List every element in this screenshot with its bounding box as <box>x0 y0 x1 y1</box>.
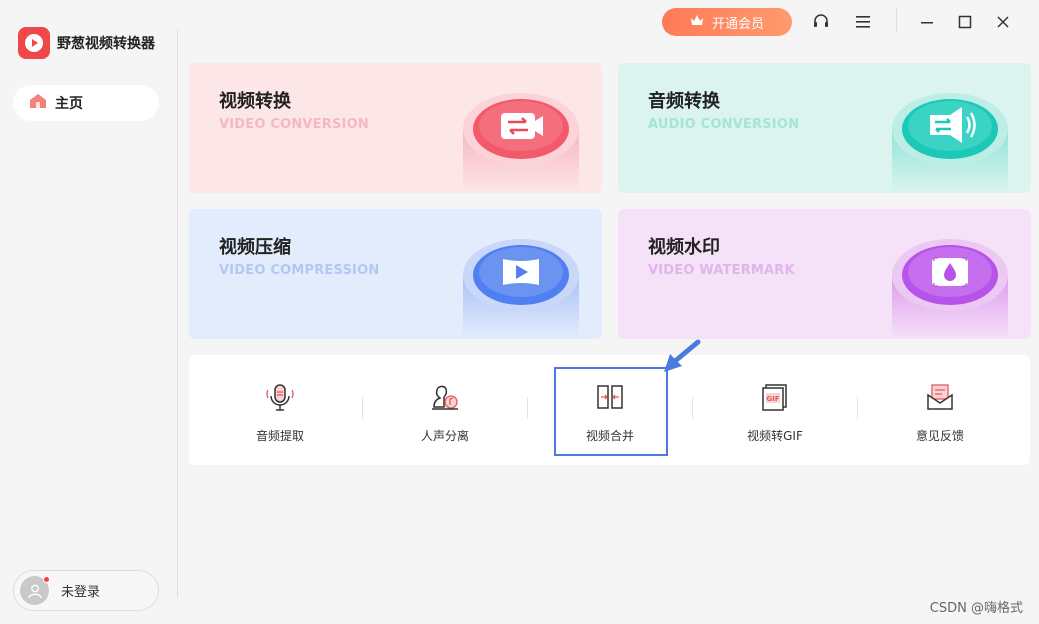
tool-label: 视频转GIF <box>747 429 803 443</box>
pointer-arrow-icon <box>664 339 701 372</box>
tool-audio-extract[interactable]: 音频提取 <box>215 355 345 465</box>
tools-panel: 音频提取 人声分离 视频合并 GIF 视频转GIF 意见反馈 <box>189 355 1030 465</box>
crown-icon <box>690 14 704 31</box>
toolbar-divider <box>896 8 897 32</box>
tool-divider <box>857 397 858 419</box>
video-conversion-card[interactable]: 视频转换 VIDEO CONVERSION <box>189 63 602 193</box>
video-merge-icon <box>594 381 626 413</box>
audio-conversion-card[interactable]: 音频转换 AUDIO CONVERSION <box>618 63 1031 193</box>
video-conversion-icon <box>463 93 579 193</box>
user-icon <box>27 584 42 598</box>
app-logo-icon <box>18 27 50 59</box>
maximize-icon[interactable] <box>953 10 977 34</box>
card-title: 视频转换 <box>219 91 291 112</box>
close-icon[interactable] <box>991 10 1015 34</box>
svg-text:GIF: GIF <box>766 395 779 403</box>
card-title: 视频水印 <box>648 237 720 258</box>
tool-video-to-gif[interactable]: GIF 视频转GIF <box>710 355 840 465</box>
minimize-icon[interactable] <box>915 10 939 34</box>
video-compression-icon <box>463 239 579 339</box>
card-title: 视频压缩 <box>219 237 291 258</box>
tool-video-merge[interactable]: 视频合并 <box>545 355 675 465</box>
card-subtitle: AUDIO CONVERSION <box>648 117 800 132</box>
app-name: 野葱视频转换器 <box>57 36 155 52</box>
video-compression-card[interactable]: 视频压缩 VIDEO COMPRESSION <box>189 209 602 339</box>
notification-dot <box>43 576 50 583</box>
brand: 野葱视频转换器 <box>18 27 155 59</box>
microphone-icon <box>264 381 296 413</box>
sidebar: 野葱视频转换器 主页 未登录 <box>0 0 178 624</box>
video-watermark-icon <box>892 239 1008 339</box>
audio-conversion-icon <box>892 93 1008 193</box>
headset-icon[interactable] <box>809 10 833 34</box>
tool-divider <box>362 397 363 419</box>
menu-icon[interactable] <box>851 10 875 34</box>
video-watermark-card[interactable]: 视频水印 VIDEO WATERMARK <box>618 209 1031 339</box>
vip-label: 开通会员 <box>711 16 764 32</box>
home-icon <box>29 93 47 113</box>
card-title: 音频转换 <box>648 91 720 112</box>
tool-divider <box>692 397 693 419</box>
card-subtitle: VIDEO WATERMARK <box>648 263 795 278</box>
watermark: CSDN @嗨格式 <box>929 601 1023 616</box>
tool-divider <box>527 397 528 419</box>
voice-separation-icon <box>429 381 461 413</box>
avatar <box>20 576 50 605</box>
card-subtitle: VIDEO CONVERSION <box>219 117 369 132</box>
gif-icon: GIF <box>759 381 791 413</box>
feedback-icon <box>924 381 956 413</box>
sidebar-divider <box>177 30 178 598</box>
vip-button[interactable]: 开通会员 <box>662 8 792 36</box>
sidebar-item-label: 主页 <box>55 96 83 112</box>
tool-voice-separation[interactable]: 人声分离 <box>380 355 510 465</box>
tool-label: 意见反馈 <box>915 429 964 443</box>
tool-label: 视频合并 <box>585 429 634 443</box>
tool-feedback[interactable]: 意见反馈 <box>875 355 1005 465</box>
login-label: 未登录 <box>61 585 101 600</box>
sidebar-item-home[interactable]: 主页 <box>13 85 159 121</box>
tool-label: 音频提取 <box>255 429 304 443</box>
login-button[interactable]: 未登录 <box>13 570 159 611</box>
card-subtitle: VIDEO COMPRESSION <box>219 263 380 278</box>
tool-label: 人声分离 <box>420 429 469 443</box>
